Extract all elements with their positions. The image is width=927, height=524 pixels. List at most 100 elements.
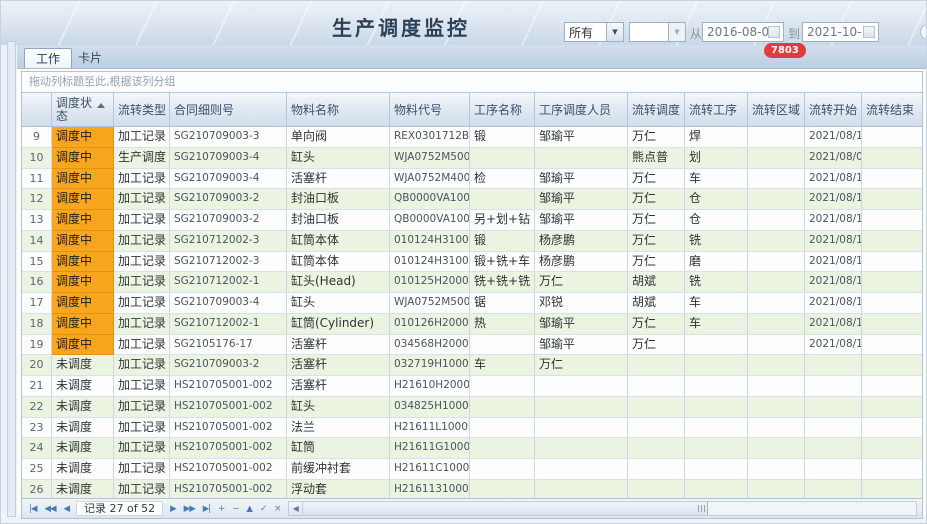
row-number[interactable]: 25 <box>22 459 52 480</box>
grid-cell[interactable]: 调度中 <box>52 314 114 335</box>
cancel-edit-icon[interactable]: × <box>270 500 284 518</box>
tab-card[interactable]: 卡片 <box>67 48 113 68</box>
column-header[interactable]: 物料代号 <box>390 93 470 126</box>
grid-cell[interactable]: HS210705001-002 <box>170 418 287 439</box>
grid-cell[interactable]: 调度中 <box>52 189 114 210</box>
grid-cell[interactable] <box>685 397 748 418</box>
grid-cell[interactable] <box>805 438 862 459</box>
grid-cell[interactable]: 活塞杆 <box>287 335 390 356</box>
grid-cell[interactable] <box>748 376 805 397</box>
grid-cell[interactable] <box>628 459 685 480</box>
grid-cell[interactable]: 加工记录 <box>114 231 170 252</box>
grid-cell[interactable]: 调度中 <box>52 231 114 252</box>
grid-cell[interactable]: HS210705001-002 <box>170 438 287 459</box>
grid-cell[interactable]: 2021/08/1... <box>805 210 862 231</box>
grid-cell[interactable]: SG210709003-3 <box>170 127 287 148</box>
grid-cell[interactable]: 2021/08/0... <box>805 148 862 169</box>
grid-cell[interactable]: HS210705001-002 <box>170 459 287 480</box>
grid-cell[interactable]: 缸头 <box>287 397 390 418</box>
grid-cell[interactable]: 缸头(Head) <box>287 272 390 293</box>
grid-cell[interactable] <box>470 397 535 418</box>
grid-cell[interactable] <box>470 418 535 439</box>
edit-record-icon[interactable]: ▲ <box>242 500 256 518</box>
grid-cell[interactable]: 2021/08/1... <box>805 127 862 148</box>
grid-cell[interactable]: 加工记录 <box>114 355 170 376</box>
grid-cell[interactable]: 缸筒本体 <box>287 252 390 273</box>
grid-cell[interactable]: 未调度 <box>52 459 114 480</box>
grid-cell[interactable] <box>628 418 685 439</box>
grid-cell[interactable]: 未调度 <box>52 438 114 459</box>
grid-cell[interactable] <box>805 480 862 498</box>
grid-cell[interactable]: 加工记录 <box>114 418 170 439</box>
grid-cell[interactable] <box>862 480 922 498</box>
grid-cell[interactable]: 010126H2000C <box>390 314 470 335</box>
tab-work[interactable]: 工作 <box>24 48 72 68</box>
row-number[interactable]: 19 <box>22 335 52 356</box>
row-number[interactable]: 18 <box>22 314 52 335</box>
grid-cell[interactable] <box>628 480 685 498</box>
grid-cell[interactable] <box>748 272 805 293</box>
grid-cell[interactable] <box>535 480 628 498</box>
grid-cell[interactable] <box>748 210 805 231</box>
grid-cell[interactable] <box>748 148 805 169</box>
grid-cell[interactable] <box>628 397 685 418</box>
grid-cell[interactable]: 010125H2000C <box>390 272 470 293</box>
group-by-panel[interactable]: 拖动列标题至此,根据该列分组 <box>22 72 922 92</box>
next-record-icon[interactable]: ▶ <box>166 500 180 518</box>
grid-cell[interactable]: 加工记录 <box>114 438 170 459</box>
row-number[interactable]: 23 <box>22 418 52 439</box>
grid-cell[interactable]: 2021/08/1... <box>805 169 862 190</box>
grid-cell[interactable]: 胡斌 <box>628 272 685 293</box>
grid-cell[interactable]: 单向阀 <box>287 127 390 148</box>
prev-page-icon[interactable]: ◀◀ <box>40 500 59 518</box>
grid-cell[interactable]: 加工记录 <box>114 210 170 231</box>
grid-cell[interactable]: 万仁 <box>628 314 685 335</box>
grid-cell[interactable]: 调度中 <box>52 293 114 314</box>
grid-cell[interactable]: 加工记录 <box>114 397 170 418</box>
grid-cell[interactable]: SG210709003-4 <box>170 148 287 169</box>
grid-cell[interactable] <box>862 210 922 231</box>
grid-cell[interactable]: SG210712002-1 <box>170 272 287 293</box>
grid-cell[interactable] <box>470 376 535 397</box>
grid-cell[interactable]: H21611G1000P <box>390 438 470 459</box>
grid-cell[interactable] <box>748 335 805 356</box>
grid-cell[interactable]: 万仁 <box>628 189 685 210</box>
column-header[interactable]: 流转结束 <box>862 93 922 126</box>
grid-cell[interactable] <box>805 355 862 376</box>
grid-cell[interactable]: SG210709003-4 <box>170 169 287 190</box>
category-select[interactable]: 所有 ▼ <box>564 22 624 42</box>
grid-cell[interactable] <box>748 231 805 252</box>
grid-cell[interactable] <box>685 438 748 459</box>
grid-cell[interactable]: 生产调度 <box>114 148 170 169</box>
grid-cell[interactable] <box>535 397 628 418</box>
column-header[interactable]: 工序调度人员 <box>535 93 628 126</box>
last-record-icon[interactable]: ▶| <box>199 500 214 518</box>
grid-cell[interactable] <box>685 355 748 376</box>
grid-cell[interactable] <box>862 252 922 273</box>
grid-cell[interactable]: 加工记录 <box>114 293 170 314</box>
prev-record-icon[interactable]: ◀ <box>59 500 73 518</box>
grid-cell[interactable]: 封油口板 <box>287 210 390 231</box>
grid-cell[interactable]: 加工记录 <box>114 480 170 498</box>
grid-cell[interactable]: SG210709003-4 <box>170 293 287 314</box>
row-number[interactable]: 14 <box>22 231 52 252</box>
grid-cell[interactable] <box>748 189 805 210</box>
row-number[interactable]: 21 <box>22 376 52 397</box>
grid-cell[interactable]: 缸头 <box>287 293 390 314</box>
grid-cell[interactable] <box>470 459 535 480</box>
grid-cell[interactable] <box>862 293 922 314</box>
grid-cell[interactable] <box>470 335 535 356</box>
calendar-icon[interactable] <box>768 26 780 38</box>
next-page-icon[interactable]: ▶▶ <box>180 500 199 518</box>
grid-cell[interactable] <box>862 272 922 293</box>
grid-cell[interactable]: 010124H3100P <box>390 252 470 273</box>
grid-cell[interactable] <box>862 127 922 148</box>
scrollbar-track[interactable] <box>303 502 916 515</box>
row-number[interactable]: 12 <box>22 189 52 210</box>
grid-cell[interactable] <box>748 438 805 459</box>
grid-cell[interactable]: 邹瑜平 <box>535 189 628 210</box>
scrollbar-thumb[interactable] <box>303 502 707 515</box>
column-header[interactable]: 合同细则号 <box>170 93 287 126</box>
grid-cell[interactable]: 杨彦鹏 <box>535 252 628 273</box>
grid-cell[interactable]: 调度中 <box>52 252 114 273</box>
